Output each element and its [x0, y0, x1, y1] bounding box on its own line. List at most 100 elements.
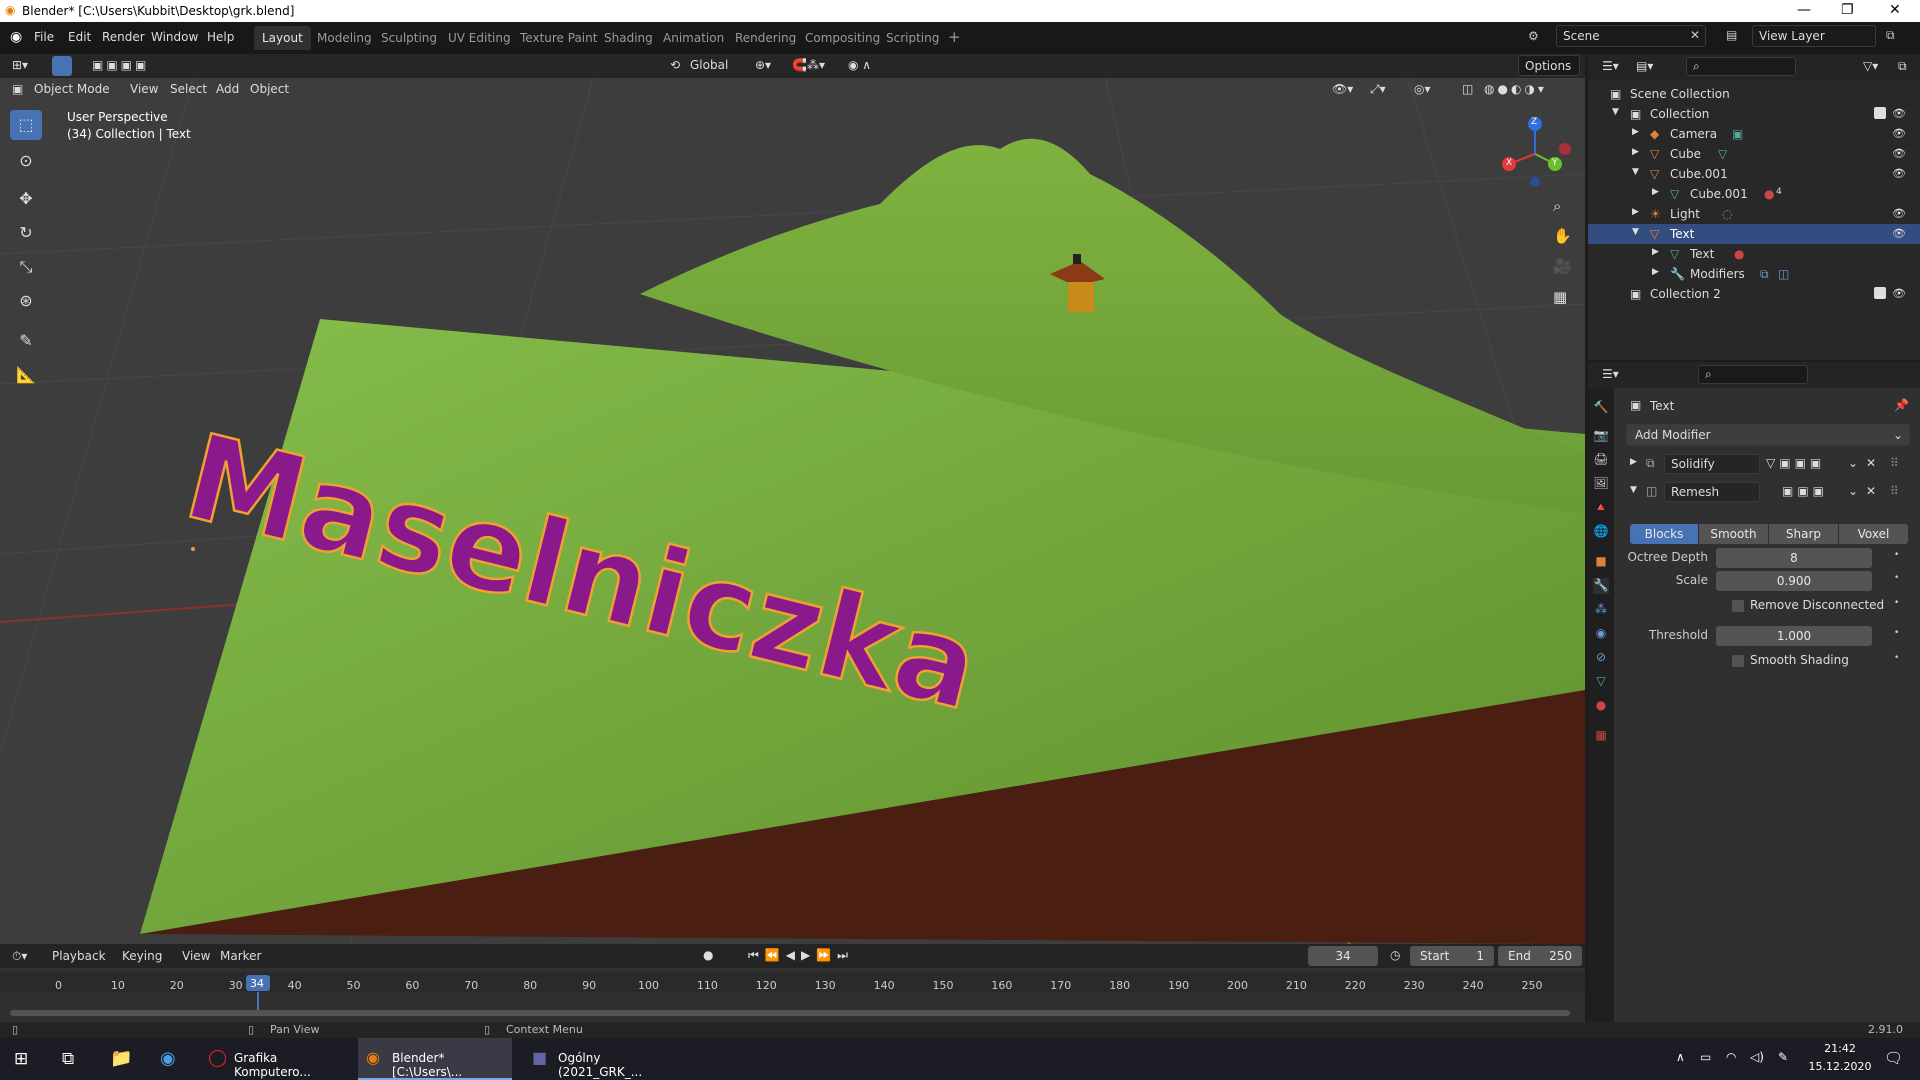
tab-texture-paint[interactable]: Texture Paint [512, 26, 605, 50]
scene-tab-icon[interactable]: 🔺 [1593, 500, 1609, 516]
outliner-row-cube001-data[interactable]: ▶ ▽ Cube.001 ● 4 [1588, 184, 1920, 204]
select-tool-icon[interactable]: ⬚ [10, 110, 42, 140]
expand-icon[interactable]: ▶ [1632, 207, 1639, 217]
3d-viewport[interactable]: Maselniczka User Perspective (34) Collec… [0, 54, 1585, 944]
expand-icon[interactable]: ▶ [1652, 247, 1659, 257]
modifier-name-field[interactable]: Remesh [1664, 482, 1760, 502]
octree-depth-field[interactable]: 8 [1716, 548, 1872, 568]
pin-icon[interactable]: 📌 [1894, 398, 1909, 412]
blender-menu-icon[interactable]: ◉ [10, 29, 22, 45]
eye-icon[interactable]: 👁 [1892, 147, 1906, 160]
view-layer-tab-icon[interactable]: 🖼 [1593, 476, 1609, 492]
modifier-toggle-icons[interactable]: ▣▣▣ [1782, 484, 1828, 498]
object-menu[interactable]: Object [250, 82, 289, 96]
select-menu[interactable]: Select [170, 82, 207, 96]
notification-icon[interactable]: 🗨 [1884, 1049, 1903, 1067]
new-collection-icon[interactable]: ⧉ [1898, 59, 1907, 74]
clock-time[interactable]: 21:42 [1820, 1042, 1860, 1055]
exclude-checkbox[interactable] [1874, 287, 1886, 299]
texture-tab-icon[interactable]: ▦ [1593, 728, 1609, 744]
battery-icon[interactable]: ▭ [1700, 1050, 1711, 1064]
keyframe-dot-icon[interactable]: • [1894, 550, 1899, 560]
outliner-row-cube[interactable]: ▶ ▽ Cube ▽ 👁 [1588, 144, 1920, 164]
proportional-edit-icon[interactable]: ◉ ∧ [848, 58, 871, 72]
smooth-shading-checkbox[interactable] [1732, 655, 1744, 667]
modifier-tab-icon[interactable]: 🔧 [1593, 578, 1609, 594]
timeline-scrollbar[interactable] [10, 1010, 1570, 1016]
tool-tab-icon[interactable]: 🔨 [1593, 400, 1609, 416]
tray-chevron-icon[interactable]: ∧ [1676, 1050, 1685, 1064]
taskbar-item-opera[interactable]: ◯ Grafika Komputero... [200, 1038, 354, 1080]
transform-tool-icon[interactable]: ⊛ [10, 286, 42, 316]
zoom-icon[interactable]: ⌕ [1553, 197, 1561, 215]
data-tab-icon[interactable]: ▽ [1593, 674, 1609, 690]
menu-file[interactable]: File [34, 30, 54, 44]
object-tab-icon[interactable]: ■ [1593, 554, 1609, 570]
eye-icon[interactable]: 👁 [1892, 167, 1906, 180]
scale-tool-icon[interactable]: ⤡ [10, 252, 42, 282]
measure-tool-icon[interactable]: 📐 [10, 360, 42, 390]
ortho-grid-icon[interactable]: ▦ [1553, 288, 1567, 306]
overlay-toggle-icon[interactable]: ◎▾ [1414, 82, 1431, 96]
menu-help[interactable]: Help [207, 30, 234, 44]
keying-menu[interactable]: Keying [122, 949, 162, 963]
navigation-gizmo[interactable]: Z Y X [1495, 114, 1575, 194]
playback-menu[interactable]: Playback [52, 949, 106, 963]
properties-editor-icon[interactable]: ☰▾ [1602, 367, 1619, 381]
outliner-row-modifiers[interactable]: ▶ 🔧 Modifiers ⧉ ◫ [1588, 264, 1920, 284]
expand-icon[interactable]: ▶ [1632, 147, 1639, 157]
expand-icon[interactable]: ▼ [1630, 485, 1637, 495]
outliner-row-camera[interactable]: ▶ ◆ Camera ▣ 👁 [1588, 124, 1920, 144]
eye-icon[interactable]: 👁 [1892, 227, 1906, 240]
taskbar-item-blender[interactable]: ◉ Blender* [C:\Users\... [358, 1038, 512, 1080]
modifier-solidify[interactable]: ▶ ⧉ Solidify ▽▣▣▣ ⌄ ✕ ⠿ [1626, 454, 1916, 476]
render-tab-icon[interactable]: 📷 [1593, 428, 1609, 444]
pen-icon[interactable]: ✎ [1778, 1050, 1788, 1064]
preview-range-icon[interactable]: ◷ [1390, 948, 1400, 962]
visibility-icon[interactable]: 👁▾ [1332, 82, 1353, 96]
maximize-button[interactable]: ❐ [1841, 2, 1854, 18]
tab-modeling[interactable]: Modeling [309, 26, 380, 50]
transform-orientation-select[interactable]: Global [690, 58, 728, 72]
annotate-tool-icon[interactable]: ✎ [10, 326, 42, 356]
menu-render[interactable]: Render [102, 30, 145, 44]
tab-compositing[interactable]: Compositing [797, 26, 888, 50]
tab-animation[interactable]: Animation [655, 26, 732, 50]
physics-tab-icon[interactable]: ◉ [1593, 626, 1609, 642]
move-tool-icon[interactable]: ✥ [10, 184, 42, 214]
menu-edit[interactable]: Edit [68, 30, 91, 44]
expand-icon[interactable]: ▼ [1632, 227, 1639, 237]
timeline-view-menu[interactable]: View [182, 949, 210, 963]
keyframe-dot-icon[interactable]: • [1894, 628, 1899, 638]
material-tab-icon[interactable]: ● [1593, 698, 1609, 714]
expand-icon[interactable]: ▼ [1612, 107, 1619, 117]
outliner-row-light[interactable]: ▶ ☀ Light ◌ 👁 [1588, 204, 1920, 224]
properties-search-input[interactable]: ⌕ [1698, 365, 1808, 384]
file-explorer-icon[interactable]: 📁 [110, 1048, 132, 1069]
tab-uv-editing[interactable]: UV Editing [440, 26, 519, 50]
outliner-row-text[interactable]: ▼ ▽ Text 👁 [1588, 224, 1920, 244]
tab-sculpting[interactable]: Sculpting [373, 26, 445, 50]
clock-date[interactable]: 15.12.2020 [1806, 1060, 1874, 1073]
expand-icon[interactable]: ▶ [1652, 267, 1659, 277]
marker-menu[interactable]: Marker [220, 949, 261, 963]
pivot-icon[interactable]: ⊕▾ [755, 58, 771, 72]
record-button-icon[interactable]: ● [703, 948, 713, 962]
close-button[interactable]: ✕ [1889, 2, 1901, 18]
add-modifier-dropdown[interactable]: Add Modifier ⌄ [1626, 424, 1910, 446]
minimize-button[interactable]: — [1797, 2, 1811, 18]
view-layer-selector[interactable]: View Layer [1752, 25, 1876, 47]
constraints-tab-icon[interactable]: ⊘ [1593, 650, 1609, 666]
rotate-tool-icon[interactable]: ↻ [10, 218, 42, 248]
eye-icon[interactable]: 👁 [1892, 107, 1906, 120]
selection-mode-icons[interactable]: ▣▣▣▣ [92, 58, 149, 72]
volume-icon[interactable]: ◁) [1750, 1050, 1764, 1064]
pan-hand-icon[interactable]: ✋ [1553, 227, 1572, 245]
outliner-row-collection-2[interactable]: ▣ Collection 2 👁 [1588, 284, 1920, 304]
taskbar-item-teams[interactable]: ■ Ogólny (2021_GRK_... [524, 1038, 678, 1080]
dropdown-icon[interactable]: ⌄ [1848, 484, 1858, 498]
outliner-search-input[interactable]: ⌕ [1686, 57, 1796, 76]
eye-icon[interactable]: 👁 [1892, 207, 1906, 220]
camera-view-icon[interactable]: 🎥 [1553, 257, 1572, 275]
current-frame-field[interactable]: 34 [1308, 946, 1378, 966]
